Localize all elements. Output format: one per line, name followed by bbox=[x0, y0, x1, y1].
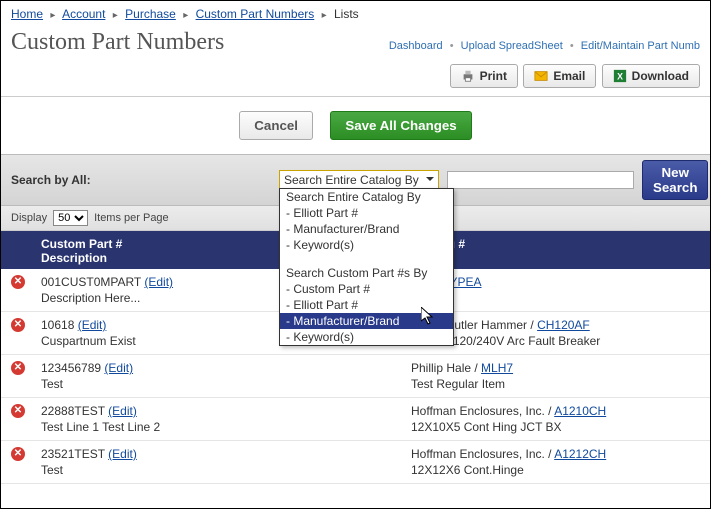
separator: / bbox=[545, 404, 554, 418]
svg-text:X: X bbox=[617, 72, 623, 82]
manufacturer-name: Hoffman Enclosures, Inc. bbox=[411, 404, 545, 418]
delete-icon[interactable]: ✕ bbox=[11, 318, 25, 332]
save-all-button[interactable]: Save All Changes bbox=[330, 111, 471, 140]
edit-link[interactable]: (Edit) bbox=[108, 447, 137, 461]
edit-link[interactable]: (Edit) bbox=[144, 275, 173, 289]
custom-part-number: 23521TEST bbox=[41, 447, 108, 461]
search-mode-selected: Search Entire Catalog By bbox=[284, 173, 419, 187]
print-button[interactable]: Print bbox=[450, 64, 518, 88]
custom-part-number: 001CUST0MPART bbox=[41, 275, 144, 289]
dropdown-opt-manufacturer[interactable]: - Manufacturer/Brand bbox=[280, 221, 453, 237]
action-bar: Print Email X Download bbox=[1, 58, 710, 97]
items-per-page-select[interactable]: 50 bbox=[53, 210, 88, 226]
catalog-link[interactable]: MLH7 bbox=[481, 361, 513, 375]
display-label: Display bbox=[11, 212, 47, 224]
dropdown-opt-keywords-2[interactable]: - Keyword(s) bbox=[280, 329, 453, 345]
delete-icon[interactable]: ✕ bbox=[11, 404, 25, 418]
dropdown-opt-custom-part[interactable]: - Custom Part # bbox=[280, 281, 453, 297]
delete-icon[interactable]: ✕ bbox=[11, 361, 25, 375]
edit-link[interactable]: (Edit) bbox=[108, 404, 137, 418]
crumb-lists: Lists bbox=[334, 7, 359, 21]
page-title: Custom Part Numbers bbox=[11, 29, 224, 56]
new-search-button[interactable]: New Search bbox=[642, 160, 708, 200]
dropdown-group-head-1: Search Entire Catalog By bbox=[280, 189, 453, 205]
breadcrumb: Home ▸ Account ▸ Purchase ▸ Custom Part … bbox=[1, 1, 710, 23]
link-edit-maintain[interactable]: Edit/Maintain Part Numb bbox=[581, 40, 700, 52]
edit-link[interactable]: (Edit) bbox=[104, 361, 133, 375]
link-upload-spreadsheet[interactable]: Upload SpreadSheet bbox=[461, 40, 563, 52]
crumb-account[interactable]: Account bbox=[62, 7, 105, 21]
crumb-sep: ▸ bbox=[109, 10, 122, 21]
printer-icon bbox=[461, 69, 475, 83]
delete-icon[interactable]: ✕ bbox=[11, 447, 25, 461]
dropdown-opt-manufacturer-2[interactable]: - Manufacturer/Brand bbox=[280, 313, 453, 329]
cancel-button[interactable]: Cancel bbox=[239, 111, 313, 140]
catalog-link[interactable]: A1212CH bbox=[554, 447, 606, 461]
link-dashboard[interactable]: Dashboard bbox=[389, 40, 443, 52]
manufacturer-name: Hoffman Enclosures, Inc. bbox=[411, 447, 545, 461]
crumb-home[interactable]: Home bbox=[11, 7, 43, 21]
search-mode-select[interactable]: Search Entire Catalog By bbox=[279, 170, 439, 190]
separator: / bbox=[545, 447, 554, 461]
catalog-link[interactable]: CH120AF bbox=[537, 318, 590, 332]
display-suffix: Items per Page bbox=[94, 212, 169, 224]
download-label: Download bbox=[632, 69, 689, 83]
custom-part-number: 10618 bbox=[41, 318, 78, 332]
row-description: Test bbox=[41, 463, 411, 477]
crumb-sep: ▸ bbox=[179, 10, 192, 21]
search-input[interactable] bbox=[447, 171, 634, 189]
dropdown-opt-elliott-part[interactable]: - Elliott Part # bbox=[280, 205, 453, 221]
excel-icon: X bbox=[613, 69, 627, 83]
dropdown-opt-keywords[interactable]: - Keyword(s) bbox=[280, 237, 453, 253]
email-label: Email bbox=[553, 69, 585, 83]
catalog-description: Test Regular Item bbox=[411, 377, 700, 391]
table-row: ✕ 22888TEST (Edit) Test Line 1 Test Line 2… bbox=[1, 398, 710, 441]
search-mode-dropdown[interactable]: Search Entire Catalog By - Elliott Part … bbox=[279, 188, 454, 346]
dot-sep: • bbox=[566, 40, 578, 52]
catalog-link[interactable]: A1210CH bbox=[554, 404, 606, 418]
custom-part-number: 22888TEST bbox=[41, 404, 108, 418]
delete-icon[interactable]: ✕ bbox=[11, 275, 25, 289]
catalog-description: 12X10X5 Cont Hing JCT BX bbox=[411, 420, 700, 434]
print-label: Print bbox=[480, 69, 507, 83]
dropdown-group-head-2: Search Custom Part #s By bbox=[280, 265, 453, 281]
center-actions: Cancel Save All Changes bbox=[1, 97, 710, 154]
crumb-sep: ▸ bbox=[318, 10, 331, 21]
separator: / bbox=[527, 318, 537, 332]
table-row: ✕ 23521TEST (Edit) TestHoffman Enclosures,… bbox=[1, 441, 710, 484]
search-bar: Search by All: Search Entire Catalog By … bbox=[1, 154, 710, 206]
crumb-sep: ▸ bbox=[46, 10, 59, 21]
custom-part-number: 123456789 bbox=[41, 361, 104, 375]
download-button[interactable]: X Download bbox=[602, 64, 700, 88]
catalog-description: 12X12X6 Cont.Hinge bbox=[411, 463, 700, 477]
dot-sep: • bbox=[446, 40, 458, 52]
email-button[interactable]: Email bbox=[523, 64, 596, 88]
dropdown-opt-elliott-part-2[interactable]: - Elliott Part # bbox=[280, 297, 453, 313]
top-links: Dashboard • Upload SpreadSheet • Edit/Ma… bbox=[389, 40, 700, 56]
crumb-custom-part-numbers[interactable]: Custom Part Numbers bbox=[196, 7, 315, 21]
table-row: ✕ 123456789 (Edit) TestPhillip Hale / MLH7… bbox=[1, 355, 710, 398]
catalog-description: 1P 20A 120/240V Arc Fault Breaker bbox=[411, 334, 700, 348]
col-custom-part: Custom Part # bbox=[41, 237, 122, 251]
row-description: Test Line 1 Test Line 2 bbox=[41, 420, 411, 434]
separator: / bbox=[471, 361, 481, 375]
row-description: Test bbox=[41, 377, 411, 391]
manufacturer-name: Phillip Hale bbox=[411, 361, 471, 375]
search-label: Search by All: bbox=[11, 173, 271, 187]
edit-link[interactable]: (Edit) bbox=[78, 318, 107, 332]
envelope-icon bbox=[534, 69, 548, 83]
crumb-purchase[interactable]: Purchase bbox=[125, 7, 176, 21]
